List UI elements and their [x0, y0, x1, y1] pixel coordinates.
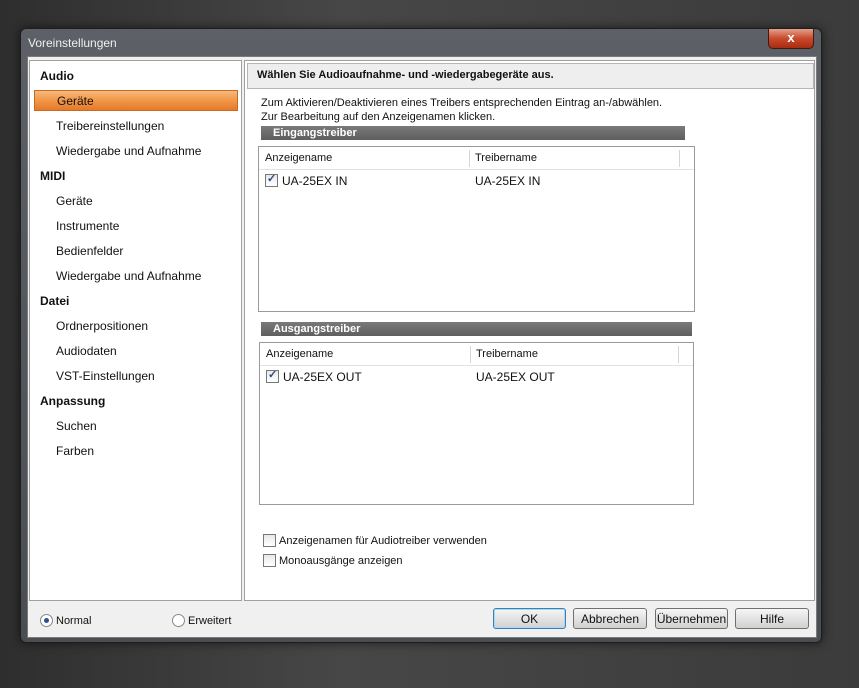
- input-drivers-section: Eingangstreiber: [261, 126, 685, 140]
- input-driver-list[interactable]: Anzeigename Treibername UA-25EX IN UA-25…: [258, 146, 695, 312]
- nav-item-midi-geraete[interactable]: Geräte: [56, 194, 93, 208]
- column-divider[interactable]: [469, 150, 470, 167]
- output-driver-list[interactable]: Anzeigename Treibername UA-25EX OUT UA-2…: [259, 342, 694, 505]
- driver-name: UA-25EX OUT: [476, 370, 555, 384]
- mode-normal-radio[interactable]: [40, 614, 53, 627]
- close-button[interactable]: x: [768, 29, 814, 49]
- info-text-2: Zur Bearbeitung auf den Anzeigenamen kli…: [261, 111, 496, 123]
- nav-item-audiodaten[interactable]: Audiodaten: [56, 344, 117, 358]
- dialog-client: Audio Geräte Treibereinstellungen Wieder…: [27, 56, 817, 638]
- column-header-display-name[interactable]: Anzeigename: [266, 348, 333, 360]
- driver-enable-checkbox[interactable]: [266, 368, 279, 383]
- driver-display-name[interactable]: UA-25EX OUT: [283, 370, 362, 384]
- mode-extended-radio[interactable]: [172, 614, 185, 627]
- panel-header: Wählen Sie Audioaufnahme- und -wiedergab…: [247, 63, 814, 89]
- nav-item-instrumente[interactable]: Instrumente: [56, 219, 119, 233]
- column-divider[interactable]: [679, 150, 680, 167]
- column-divider[interactable]: [470, 346, 471, 363]
- show-mono-outputs-checkbox[interactable]: [263, 554, 276, 567]
- driver-enable-checkbox[interactable]: [265, 172, 278, 187]
- settings-panel: Wählen Sie Audioaufnahme- und -wiedergab…: [244, 60, 815, 601]
- column-divider[interactable]: [678, 346, 679, 363]
- nav-item-audio-geraete[interactable]: Geräte: [34, 90, 238, 111]
- list-item[interactable]: UA-25EX OUT UA-25EX OUT: [260, 367, 693, 385]
- nav-item-label: Geräte: [57, 94, 94, 108]
- nav-group-midi[interactable]: MIDI: [40, 169, 65, 183]
- nav-item-farben[interactable]: Farben: [56, 444, 94, 458]
- nav-item-audio-wiedergabe[interactable]: Wiedergabe und Aufnahme: [56, 144, 201, 158]
- list-header: Anzeigename Treibername: [259, 147, 694, 170]
- close-icon: x: [787, 30, 795, 45]
- preferences-window: Voreinstellungen x Audio Geräte Treibere…: [20, 28, 822, 643]
- panel-title: Wählen Sie Audioaufnahme- und -wiedergab…: [257, 69, 554, 81]
- info-text-1: Zum Aktivieren/Deaktivieren eines Treibe…: [261, 97, 663, 109]
- list-item[interactable]: UA-25EX IN UA-25EX IN: [259, 171, 694, 189]
- show-mono-outputs-label[interactable]: Monoausgänge anzeigen: [279, 555, 403, 567]
- nav-group-anpassung[interactable]: Anpassung: [40, 394, 105, 408]
- column-header-driver-name[interactable]: Treibername: [475, 152, 537, 164]
- section-title: Ausgangstreiber: [273, 323, 361, 335]
- help-button[interactable]: Hilfe: [735, 608, 809, 629]
- use-display-names-label[interactable]: Anzeigenamen für Audiotreiber verwenden: [279, 535, 487, 547]
- nav-item-suchen[interactable]: Suchen: [56, 419, 97, 433]
- ok-button[interactable]: OK: [493, 608, 566, 629]
- nav-item-midi-wiedergabe[interactable]: Wiedergabe und Aufnahme: [56, 269, 201, 283]
- nav-item-ordnerpositionen[interactable]: Ordnerpositionen: [56, 319, 148, 333]
- driver-display-name[interactable]: UA-25EX IN: [282, 174, 347, 188]
- use-display-names-checkbox[interactable]: [263, 534, 276, 547]
- column-header-driver-name[interactable]: Treibername: [476, 348, 538, 360]
- output-drivers-section: Ausgangstreiber: [261, 322, 692, 336]
- cancel-button[interactable]: Abbrechen: [573, 608, 647, 629]
- nav-group-audio[interactable]: Audio: [40, 69, 74, 83]
- mode-normal-label[interactable]: Normal: [56, 615, 91, 627]
- nav-item-treibereinstellungen[interactable]: Treibereinstellungen: [56, 119, 164, 133]
- window-title: Voreinstellungen: [28, 36, 117, 50]
- nav-item-vst-einstellungen[interactable]: VST-Einstellungen: [56, 369, 155, 383]
- column-header-display-name[interactable]: Anzeigename: [265, 152, 332, 164]
- driver-name: UA-25EX IN: [475, 174, 541, 188]
- title-bar[interactable]: Voreinstellungen x: [21, 29, 821, 56]
- list-header: Anzeigename Treibername: [260, 343, 693, 366]
- nav-group-datei[interactable]: Datei: [40, 294, 69, 308]
- nav-item-bedienfelder[interactable]: Bedienfelder: [56, 244, 123, 258]
- mode-extended-label[interactable]: Erweitert: [188, 615, 231, 627]
- apply-button[interactable]: Übernehmen: [655, 608, 728, 629]
- section-title: Eingangstreiber: [273, 127, 357, 139]
- category-tree[interactable]: Audio Geräte Treibereinstellungen Wieder…: [29, 60, 242, 601]
